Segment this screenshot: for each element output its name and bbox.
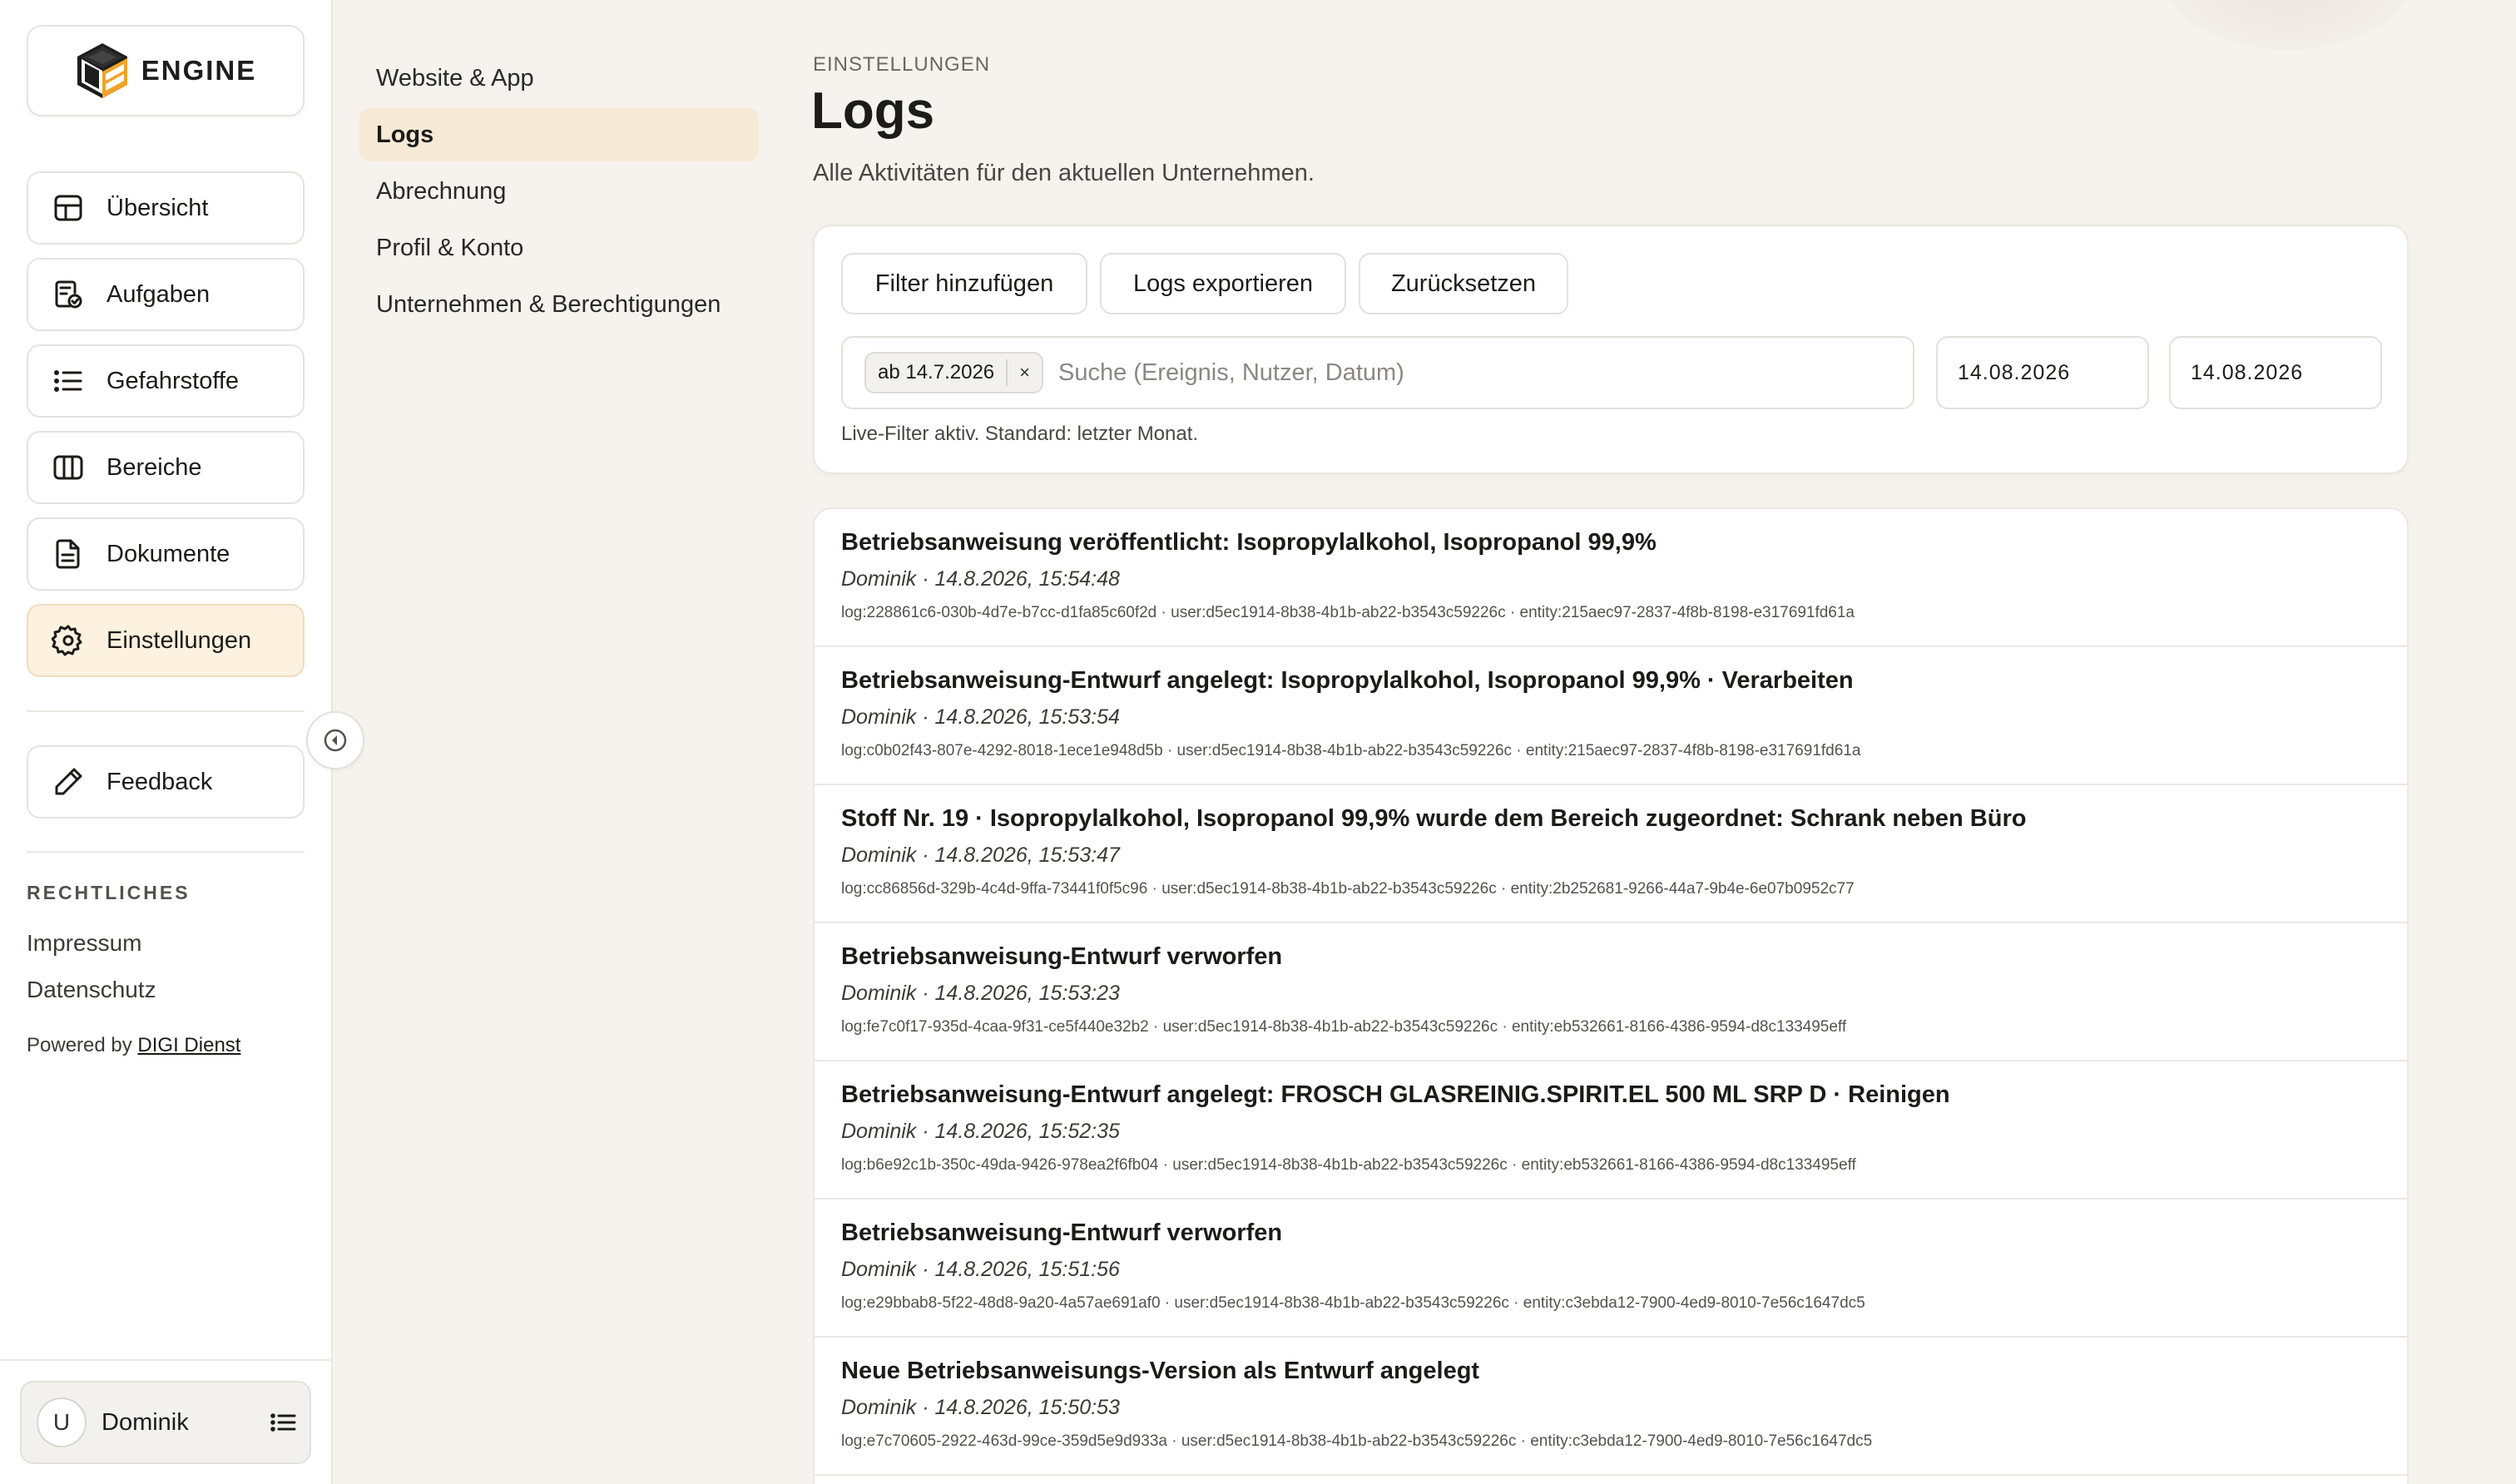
chevron-left-circle-icon [324, 729, 347, 752]
pencil-icon [55, 768, 82, 795]
brand-logo[interactable]: ENGINE [27, 25, 305, 116]
user-name: Dominik [102, 1408, 189, 1436]
reset-button[interactable]: Zurücksetzen [1359, 253, 1568, 314]
sidebar-item-label: Bereiche [106, 453, 202, 481]
log-title: Neue Betriebsanweisungs-Version als Entw… [841, 1358, 1480, 1384]
user-menu[interactable]: U Dominik [20, 1381, 311, 1464]
log-meta: Dominik · 14.8.2026, 15:51:56 [841, 1258, 1120, 1281]
sidebar-item-dokumente[interactable]: Dokumente [27, 517, 305, 591]
list-item[interactable]: Betriebsanweisung veröffentlicht: Isopro… [815, 509, 2407, 647]
log-title: Betriebsanweisung-Entwurf angelegt: Isop… [841, 667, 1854, 694]
log-ids: log:228861c6-030b-4d7e-b7cc-d1fa85c60f2d… [841, 604, 1855, 621]
sidebar-item-label: Dokumente [106, 540, 230, 567]
log-meta: Dominik · 14.8.2026, 15:54:48 [841, 567, 1120, 591]
page-subtitle: Alle Aktivitäten für den aktuellen Unter… [813, 160, 1315, 186]
close-icon[interactable]: × [1019, 362, 1030, 383]
list-icon [54, 370, 82, 392]
sidebar-divider [27, 851, 305, 853]
log-ids: log:cc86856d-329b-4c4d-9ffa-73441f0f5c96… [841, 880, 1855, 898]
date-to-field[interactable]: 14.08.2026 [2169, 336, 2382, 409]
log-ids: log:e7c70605-2922-463d-99ce-359d5e9d933a… [841, 1432, 1873, 1450]
list-item[interactable]: Betriebsanweisung-Entwurf angelegt: FROS… [815, 1061, 2407, 1200]
breadcrumb: EINSTELLUNGEN [813, 53, 991, 76]
date-from-field[interactable]: 14.08.2026 [1936, 336, 2149, 409]
gear-icon [52, 625, 82, 656]
legal-heading: RECHTLICHES [27, 882, 191, 903]
sidebar-item-label: Einstellungen [106, 626, 252, 654]
impressum-link[interactable]: Impressum [27, 930, 141, 957]
powered-by: Powered by DIGI Dienst [27, 1034, 240, 1057]
sidebar-item-uebersicht[interactable]: Übersicht [27, 171, 305, 245]
page-title: Logs [811, 82, 935, 140]
sidebar-item-label: Gefahrstoffe [106, 367, 240, 394]
avatar: U [37, 1397, 87, 1447]
log-ids: log:fe7c0f17-935d-4caa-9f31-ce5f440e32b2… [841, 1018, 1847, 1036]
log-ids: log:e29bbab8-5f22-48d8-9a20-4a57ae691af0… [841, 1294, 1865, 1312]
log-meta: Dominik · 14.8.2026, 15:52:35 [841, 1120, 1120, 1143]
add-filter-button[interactable]: Filter hinzufügen [841, 253, 1087, 314]
list-item[interactable]: Stoff Nr. 19 · Isopropylalkohol, Isoprop… [815, 785, 2407, 923]
columns-icon [53, 455, 83, 480]
feedback-button[interactable]: Feedback [27, 745, 305, 819]
list-item[interactable]: Betriebsanweisung-Entwurf verworfen Domi… [815, 1200, 2407, 1338]
log-meta: Dominik · 14.8.2026, 15:53:54 [841, 705, 1120, 729]
export-logs-button[interactable]: Logs exportieren [1100, 253, 1346, 314]
log-title: Betriebsanweisung-Entwurf verworfen [841, 943, 1283, 970]
digi-dienst-link[interactable]: DIGI Dienst [137, 1034, 240, 1056]
log-title: Betriebsanweisung-Entwurf verworfen [841, 1219, 1283, 1246]
log-title: Betriebsanweisung-Entwurf angelegt: FROS… [841, 1081, 1950, 1108]
list-item[interactable]: Neue Betriebsanweisungs-Version als Entw… [815, 1338, 2407, 1476]
main-sidebar: ENGINE Übersicht Aufgaben Gefahrstoffe B… [0, 0, 333, 1484]
log-meta: Dominik · 14.8.2026, 15:53:23 [841, 982, 1120, 1005]
collapse-sidebar-button[interactable] [306, 711, 364, 769]
subnav-item-logs[interactable]: Logs [359, 108, 759, 161]
powered-prefix: Powered by [27, 1034, 132, 1056]
sidebar-bottom-divider [0, 1359, 333, 1361]
log-list: Betriebsanweisung veröffentlicht: Isopro… [813, 507, 2409, 1484]
cube-logo-icon [77, 43, 127, 98]
list-item[interactable]: Betriebsanweisung-Entwurf angelegt: Isop… [815, 647, 2407, 785]
filter-panel: Filter hinzufügen Logs exportieren Zurüc… [813, 225, 2409, 474]
log-meta: Dominik · 14.8.2026, 15:50:53 [841, 1396, 1120, 1419]
sidebar-item-gefahrstoffe[interactable]: Gefahrstoffe [27, 344, 305, 418]
subnav-item-abrechnung[interactable]: Abrechnung [359, 165, 759, 218]
subnav-item-unternehmen[interactable]: Unternehmen & Berechtigungen [359, 278, 759, 331]
log-title: Stoff Nr. 19 · Isopropylalkohol, Isoprop… [841, 805, 2027, 832]
background-glow [2163, 0, 2413, 50]
date-filter-chip: ab 14.7.2026 × [864, 352, 1043, 393]
subnav-item-website-app[interactable]: Website & App [359, 52, 759, 105]
datenschutz-link[interactable]: Datenschutz [27, 977, 156, 1003]
sidebar-item-bereiche[interactable]: Bereiche [27, 431, 305, 504]
sidebar-item-einstellungen[interactable]: Einstellungen [27, 604, 305, 677]
log-ids: log:b6e92c1b-350c-49da-9426-978ea2f6fb04… [841, 1156, 1856, 1174]
document-icon [56, 539, 80, 569]
sidebar-item-aufgaben[interactable]: Aufgaben [27, 258, 305, 331]
list-menu-icon[interactable] [270, 1408, 298, 1437]
list-item[interactable]: Betriebsanweisung-Entwurf verworfen Domi… [815, 923, 2407, 1061]
search-field[interactable]: ab 14.7.2026 × [841, 336, 1914, 409]
sidebar-item-label: Aufgaben [106, 280, 210, 308]
log-meta: Dominik · 14.8.2026, 15:53:47 [841, 843, 1120, 867]
chip-label: ab 14.7.2026 [878, 361, 995, 383]
filter-hint: Live-Filter aktiv. Standard: letzter Mon… [841, 423, 1199, 445]
brand-name: ENGINE [141, 55, 257, 86]
task-check-icon [55, 280, 82, 309]
subnav-item-profil-konto[interactable]: Profil & Konto [359, 221, 759, 275]
log-title: Betriebsanweisung veröffentlicht: Isopro… [841, 529, 1657, 556]
chip-separator [1006, 359, 1008, 386]
search-input[interactable] [1058, 359, 1874, 387]
sidebar-item-label: Übersicht [106, 194, 209, 221]
layout-icon [54, 195, 82, 221]
log-ids: log:c0b02f43-807e-4292-8018-1ece1e948d5b… [841, 742, 1861, 759]
sidebar-divider [27, 710, 305, 712]
feedback-label: Feedback [106, 768, 213, 795]
